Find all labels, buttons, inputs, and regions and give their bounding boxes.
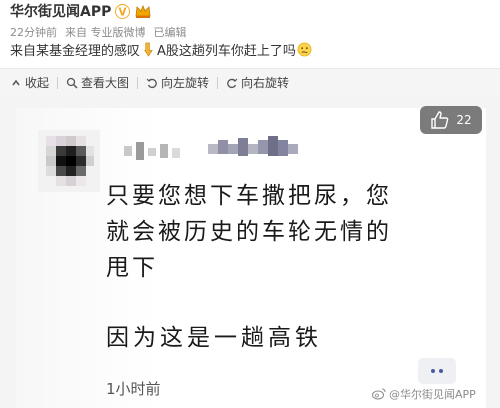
blurred-name-part2 (208, 136, 298, 156)
post-meta: 22分钟前 来自 专业版微博 已编辑 (10, 24, 187, 40)
username[interactable]: 华尔街见闻APP V (10, 1, 152, 21)
screenshot-card: 只要您想下车撒把尿，您 就会被历史的车轮无情的 甩下 因为这是一趟高铁 1小时前 (16, 108, 486, 408)
more-dot-icon (439, 369, 443, 373)
post-text-part2: A股这趟列车你赶上了吗 (157, 44, 296, 59)
svg-text:V: V (119, 6, 127, 18)
magnify-icon (66, 77, 78, 89)
like-count: 22 (456, 113, 472, 127)
toolbar-divider (217, 76, 219, 89)
collapse-button[interactable]: 收起 (10, 74, 49, 91)
toolbar-divider (57, 76, 59, 89)
post-text: 来自某基金经理的感叹 A股这趟列车你赶上了吗 (10, 40, 313, 59)
weibo-logo-icon (372, 388, 386, 400)
image-timestamp: 1小时前 (106, 380, 161, 398)
toolbar-divider (137, 76, 139, 89)
verified-icon: V (115, 3, 131, 19)
blurred-name-part1 (124, 142, 180, 160)
username-text[interactable]: 华尔街见闻APP (10, 1, 111, 21)
more-options-button[interactable] (418, 358, 456, 384)
post-text-part1: 来自某基金经理的感叹 (10, 44, 141, 59)
post-header: 华尔街见闻APP V 22分钟前 来自 专业版微博 已编辑 来自某基金经理的感叹… (0, 0, 500, 68)
weibo-watermark: @华尔街见闻APP (372, 386, 476, 402)
like-button[interactable]: 22 (420, 106, 482, 134)
watermark-text: @华尔街见闻APP (389, 388, 476, 401)
thumbs-up-icon (431, 111, 449, 129)
quote-punchline: 因为这是一趟高铁 (106, 325, 322, 351)
post-time[interactable]: 22分钟前 (10, 24, 57, 40)
rotate-left-icon (146, 78, 157, 88)
pointing-down-emoji-icon (144, 42, 153, 57)
quote-line-1: 只要您想下车撒把尿，您 (106, 183, 392, 209)
quote-line-3: 甩下 (106, 255, 158, 281)
crown-icon (135, 4, 151, 18)
quote-line-2: 就会被历史的车轮无情的 (106, 219, 392, 245)
image-toolbar: 收起 查看大图 向左旋转 向右旋转 (0, 68, 500, 96)
rotate-right-icon (227, 78, 238, 88)
view-large-button[interactable]: 查看大图 (66, 74, 129, 91)
rotate-right-button[interactable]: 向右旋转 (226, 74, 289, 91)
rotate-left-button[interactable]: 向左旋转 (146, 74, 209, 91)
more-dot-icon (431, 369, 435, 373)
image-quote-text: 只要您想下车撒把尿，您 就会被历史的车轮无情的 甩下 (106, 178, 392, 286)
blurred-avatar (38, 130, 100, 192)
collapse-icon (12, 79, 20, 85)
thinking-face-emoji-icon (297, 42, 312, 57)
post-client: 来自 专业版微博 (65, 26, 146, 39)
edited-label[interactable]: 已编辑 (154, 24, 187, 40)
